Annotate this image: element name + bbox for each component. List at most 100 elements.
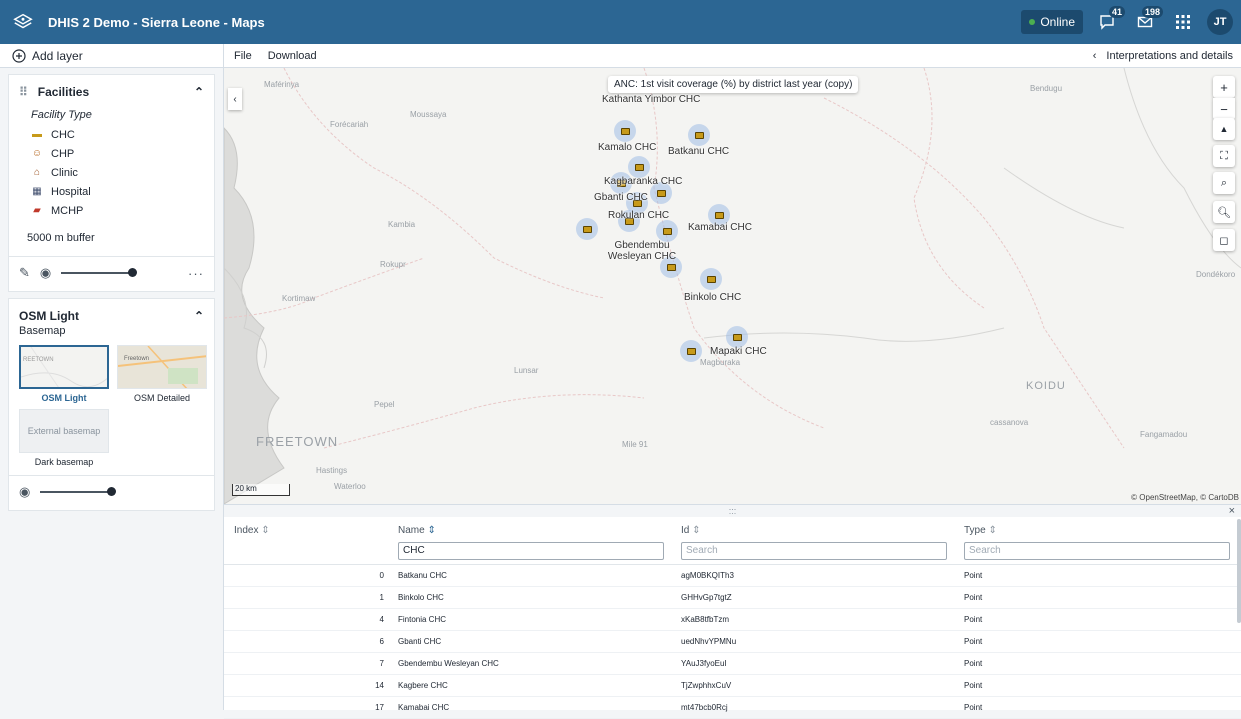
place-label: Dondékoro: [1196, 270, 1236, 279]
map-thumbnail-icon: [118, 346, 206, 388]
slider-knob[interactable]: [128, 268, 138, 277]
search-place-button[interactable]: 🔍︎: [1213, 201, 1235, 223]
measure-button[interactable]: ◻: [1213, 229, 1235, 251]
column-label: Id: [681, 525, 690, 536]
zoom-to-content-button[interactable]: ⌕: [1213, 172, 1235, 194]
column-header-index[interactable]: Index ⇕: [224, 517, 388, 564]
name-filter-input[interactable]: CHC: [398, 542, 664, 560]
table-row[interactable]: 1 Binkolo CHC GHHvGp7tgtZ Point: [224, 587, 1241, 609]
edit-pencil-icon[interactable]: ✎: [19, 265, 30, 281]
doctor-icon: ☺: [31, 148, 43, 159]
menu-bar: File Download ‹ Interpretations and deta…: [224, 44, 1241, 68]
basemap-subtitle: Basemap: [19, 325, 66, 337]
type-filter-input[interactable]: Search: [964, 542, 1230, 560]
user-avatar[interactable]: JT: [1207, 9, 1233, 35]
visibility-eye-icon[interactable]: ◉: [19, 484, 30, 500]
basemap-option-osm-light[interactable]: REETOWN OSM Light: [19, 345, 109, 403]
place-label: Kortimaw: [282, 294, 316, 303]
cell-name: Batkanu CHC: [398, 571, 447, 580]
table-row[interactable]: 6 Gbanti CHC uedNhvYPMNu Point: [224, 631, 1241, 653]
bus-icon: [656, 189, 666, 197]
file-menu[interactable]: File: [234, 50, 252, 62]
cell-type: Point: [964, 681, 983, 690]
cell-id: TjZwphhxCuV: [681, 681, 732, 690]
add-layer-button[interactable]: Add layer: [0, 44, 223, 68]
facility-label: Rokulan CHC: [608, 210, 670, 221]
zoom-extent-icon: ⌕: [1220, 176, 1228, 189]
chevron-up-icon[interactable]: ⌃: [194, 85, 204, 99]
place-label: Waterloo: [334, 482, 366, 491]
sort-icon[interactable]: ⇕: [988, 525, 996, 536]
close-icon[interactable]: ×: [1229, 505, 1235, 517]
table-row[interactable]: 0 Batkanu CHC agM0BKQITh3 Point: [224, 565, 1241, 587]
resize-handle[interactable]: ::: ×: [224, 505, 1241, 517]
column-header-id[interactable]: Id ⇕ Search: [671, 517, 954, 564]
facility-label: Kamabai CHC: [688, 222, 752, 233]
zoom-in-button[interactable]: +: [1213, 76, 1235, 98]
facility-marker[interactable]: [656, 220, 678, 242]
download-menu[interactable]: Download: [268, 50, 317, 62]
bus-icon: [732, 333, 742, 341]
visibility-eye-icon[interactable]: ◉: [40, 265, 51, 281]
messages-button[interactable]: 198: [1131, 6, 1163, 36]
cell-name: Gbanti CHC: [398, 637, 442, 646]
collapse-panel-button[interactable]: ‹: [228, 88, 242, 110]
external-basemap-thumb: External basemap: [19, 409, 109, 453]
table-row[interactable]: 14 Kagbere CHC TjZwphhxCuV Point: [224, 675, 1241, 697]
legend-item: ▬ CHC: [31, 125, 198, 144]
opacity-slider[interactable]: [61, 268, 138, 277]
bus-icon: [686, 347, 696, 355]
app-title: DHIS 2 Demo - Sierra Leone - Maps: [48, 14, 265, 30]
opacity-slider[interactable]: [40, 487, 117, 496]
basemap-option-dark[interactable]: External basemap Dark basemap: [19, 409, 109, 467]
facility-marker[interactable]: [680, 340, 702, 362]
cell-name: Gbendembu Wesleyan CHC: [398, 659, 499, 668]
interpretations-button[interactable]: 41: [1093, 6, 1125, 36]
legend-item: ☺ CHP: [31, 144, 198, 163]
place-label: cassanova: [990, 418, 1029, 427]
reset-north-button[interactable]: ▲: [1213, 118, 1235, 140]
sort-icon[interactable]: ⇕: [692, 525, 700, 536]
buffer-label: 5000 m buffer: [27, 232, 95, 244]
sort-icon[interactable]: ⇕: [261, 525, 269, 536]
more-options-icon[interactable]: ···: [188, 266, 204, 281]
facility-marker[interactable]: [700, 268, 722, 290]
place-label: Lunsar: [514, 366, 539, 375]
interpretations-toggle[interactable]: ‹ Interpretations and details: [1093, 50, 1233, 62]
cell-name: Kagbere CHC: [398, 681, 448, 690]
facility-marker[interactable]: [614, 120, 636, 142]
facility-marker[interactable]: [726, 326, 748, 348]
table-scrollbar[interactable]: [1237, 519, 1241, 623]
facility-marker[interactable]: [576, 218, 598, 240]
facility-marker[interactable]: [628, 156, 650, 178]
facility-marker[interactable]: [688, 124, 710, 146]
apps-menu-button[interactable]: [1169, 8, 1197, 36]
zoom-out-button[interactable]: −: [1213, 98, 1235, 120]
slider-knob[interactable]: [107, 487, 117, 496]
legend-label: CHC: [51, 128, 75, 141]
map-canvas[interactable]: ANC: 1st visit coverage (%) by district …: [224, 68, 1241, 504]
map-title: ANC: 1st visit coverage (%) by district …: [608, 76, 859, 93]
place-label: Hastings: [316, 466, 348, 475]
basemap-option-osm-detailed[interactable]: Freetown OSM Detailed: [117, 345, 207, 403]
chevron-up-icon[interactable]: ⌃: [194, 309, 204, 323]
legend-label: MCHP: [51, 204, 84, 217]
legend-item: ▰ MCHP: [31, 201, 198, 220]
fullscreen-icon: ⛶: [1220, 149, 1228, 162]
drag-handle-icon[interactable]: ⠿: [19, 85, 28, 99]
sort-icon[interactable]: ⇕: [427, 525, 435, 536]
dhis2-logo-icon[interactable]: [12, 11, 34, 33]
fullscreen-button[interactable]: ⛶: [1213, 145, 1235, 167]
chevron-left-icon: ‹: [233, 93, 237, 105]
legend-item: ⌂ Clinic: [31, 163, 198, 182]
table-row[interactable]: 4 Fintonia CHC xKaB8tfbTzm Point: [224, 609, 1241, 631]
column-header-type[interactable]: Type ⇕ Search: [954, 517, 1237, 564]
map-attribution: © OpenStreetMap, © CartoDB: [1131, 493, 1239, 502]
column-header-name[interactable]: Name ⇕ CHC: [388, 517, 671, 564]
house-icon: ⌂: [33, 167, 41, 178]
table-row[interactable]: 17 Kamabai CHC mt47bcb0Rcj Point: [224, 697, 1241, 719]
id-filter-input[interactable]: Search: [681, 542, 947, 560]
place-label: Fangamadou: [1140, 430, 1188, 439]
table-row[interactable]: 7 Gbendembu Wesleyan CHC YAuJ3fyoEuI Point: [224, 653, 1241, 675]
layer-toolbar: ✎ ◉ ···: [9, 256, 214, 291]
